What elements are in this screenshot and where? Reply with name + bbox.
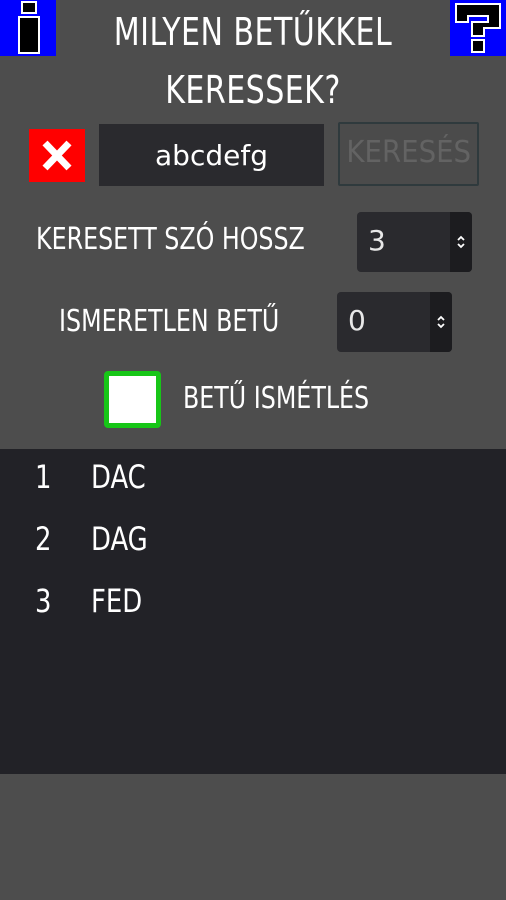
help-button[interactable]	[450, 0, 506, 56]
unknown-letter-label: ISMERETLEN BETŰ	[59, 304, 280, 339]
unknown-letter-spinner[interactable]	[430, 292, 452, 352]
results-list: 1 DAC 2 DAG 3 FED	[0, 449, 506, 774]
page-title-line-1: MILYEN BETŰKKEL	[113, 10, 393, 54]
result-number: 3	[35, 582, 52, 620]
result-word: FED	[91, 582, 143, 620]
result-number: 1	[35, 458, 52, 496]
search-button[interactable]: KERESÉS	[338, 122, 479, 186]
info-icon	[18, 1, 40, 54]
word-length-value: 3	[368, 224, 386, 257]
close-icon	[42, 140, 72, 171]
search-button-label: KERESÉS	[346, 135, 471, 170]
word-length-spinner[interactable]	[450, 212, 472, 272]
list-item[interactable]: 2 DAG	[0, 514, 506, 564]
letters-input[interactable]	[99, 124, 324, 186]
chevron-up-down-icon	[457, 235, 465, 249]
list-item[interactable]: 1 DAC	[0, 452, 506, 502]
result-word: DAC	[91, 458, 146, 496]
unknown-letter-select[interactable]: 0	[337, 292, 452, 352]
page-title-line-2: KERESSEK?	[165, 68, 341, 112]
result-number: 2	[35, 520, 52, 558]
list-item[interactable]: 3 FED	[0, 576, 506, 626]
info-button[interactable]	[0, 0, 56, 56]
clear-button[interactable]	[29, 129, 85, 182]
unknown-letter-value: 0	[348, 304, 366, 337]
word-length-label: KERESETT SZÓ HOSSZ	[36, 222, 305, 257]
chevron-up-down-icon	[437, 315, 445, 329]
result-word: DAG	[91, 520, 148, 558]
letter-repeat-checkbox[interactable]	[104, 371, 161, 428]
word-length-select[interactable]: 3	[357, 212, 472, 272]
letter-repeat-label: BETŰ ISMÉTLÉS	[183, 381, 370, 416]
help-icon	[455, 3, 501, 53]
